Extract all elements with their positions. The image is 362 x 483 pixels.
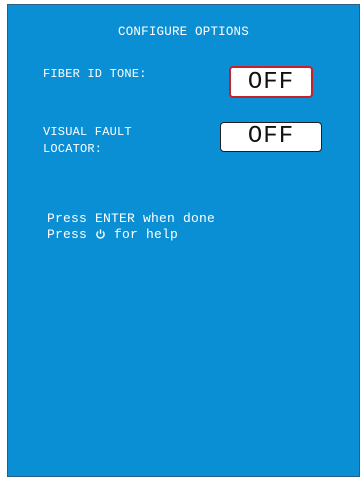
help-line-power-suffix: for help (106, 227, 179, 242)
screen-title: CONFIGURE OPTIONS (118, 25, 249, 39)
visual-fault-locator-label: VISUAL FAULT LOCATOR: (43, 124, 132, 158)
help-line-power: Press for help (47, 227, 215, 243)
help-line-enter: Press ENTER when done (47, 211, 216, 226)
visual-fault-locator-label-line1: VISUAL FAULT (43, 125, 132, 139)
visual-fault-locator-value[interactable]: OFF (220, 122, 322, 152)
help-text: Press ENTER when done Press for help (47, 211, 215, 243)
fiber-id-tone-label: FIBER ID TONE: (43, 67, 147, 81)
visual-fault-locator-label-line2: LOCATOR: (43, 142, 103, 156)
help-line-power-prefix: Press (47, 227, 96, 242)
device-screen: CONFIGURE OPTIONS FIBER ID TONE: OFF VIS… (7, 4, 360, 477)
fiber-id-tone-value[interactable]: OFF (229, 66, 313, 98)
power-icon (96, 229, 105, 239)
